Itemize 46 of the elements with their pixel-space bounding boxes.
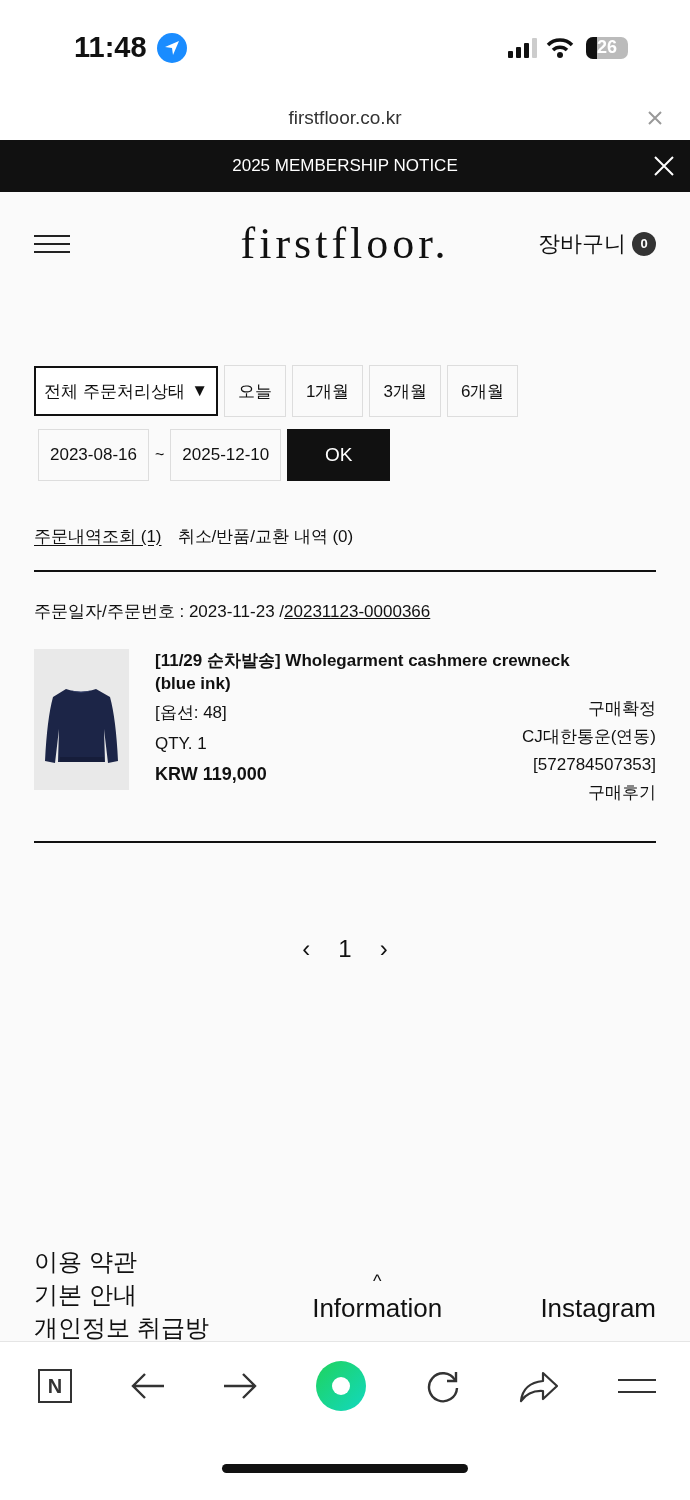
status-time: 11:48 bbox=[74, 31, 147, 64]
status-select[interactable]: 전체 주문처리상태 ▼ bbox=[34, 366, 218, 416]
period-button[interactable]: 3개월 bbox=[369, 365, 441, 417]
order-status: 구매확정 bbox=[588, 698, 656, 720]
page-number[interactable]: 1 bbox=[338, 935, 352, 963]
menu-icon[interactable] bbox=[617, 1378, 656, 1394]
period-button[interactable]: 1개월 bbox=[292, 365, 364, 417]
signal-icon bbox=[508, 37, 538, 58]
review-link[interactable]: 구매후기 bbox=[588, 779, 656, 807]
menu-icon[interactable] bbox=[34, 234, 70, 253]
courier-name: CJ대한통운(연동) bbox=[521, 726, 656, 748]
wifi-icon bbox=[546, 37, 574, 58]
period-button[interactable]: 오늘 bbox=[224, 365, 286, 417]
caret-icon[interactable]: ^ bbox=[372, 1273, 382, 1289]
product-quantity: QTY. 1 bbox=[155, 734, 208, 754]
start-date-field[interactable]: 2023-08-16 bbox=[38, 429, 149, 481]
cart-count-badge: 0 bbox=[632, 231, 656, 256]
product-option: [옵션: 48] bbox=[155, 701, 267, 724]
instagram-link[interactable]: Instagram bbox=[540, 1249, 656, 1324]
cart-link[interactable]: 장바구니 bbox=[538, 228, 626, 259]
product-price: KRW 119,000 bbox=[155, 764, 267, 785]
notice-text[interactable]: 2025 MEMBERSHIP NOTICE bbox=[232, 156, 458, 176]
naver-button[interactable]: N bbox=[38, 1369, 72, 1403]
tracking-number[interactable]: [572784507353] bbox=[533, 751, 656, 779]
information-link[interactable]: Information bbox=[312, 1293, 443, 1324]
order-tab[interactable]: 주문내역조회 (1) bbox=[34, 525, 162, 550]
footer-link[interactable]: 이용 약관 bbox=[34, 1245, 214, 1278]
logo[interactable]: firstfloor. bbox=[240, 218, 450, 269]
footer-link[interactable]: 개인정보 취급방 bbox=[34, 1311, 214, 1344]
share-icon[interactable] bbox=[519, 1369, 560, 1403]
ok-button[interactable]: OK bbox=[287, 429, 391, 481]
battery-icon: 26 bbox=[586, 36, 628, 59]
previous-page-button[interactable]: ‹ bbox=[302, 935, 311, 963]
back-icon[interactable] bbox=[130, 1372, 165, 1400]
order-date-label: 주문일자/주문번호 : 2023-11-23 / bbox=[34, 602, 285, 621]
product-title[interactable]: [11/29 순차발송] Wholegarment cashmere crewneck (blue ink) bbox=[155, 649, 595, 695]
end-date-field[interactable]: 2025-12-10 bbox=[170, 429, 282, 481]
next-page-button[interactable]: › bbox=[379, 935, 388, 963]
url-text[interactable]: firstfloor.co.kr bbox=[288, 106, 402, 129]
forward-icon[interactable] bbox=[223, 1372, 258, 1400]
date-separator: ~ bbox=[154, 446, 165, 464]
period-button[interactable]: 6개월 bbox=[446, 365, 519, 417]
order-number-link[interactable]: 20231123-0000366 bbox=[284, 602, 431, 621]
location-icon bbox=[156, 32, 187, 63]
order-tab[interactable]: 취소/반품/교환 내역 (0) bbox=[177, 525, 354, 550]
footer-link[interactable]: 기본 안내 bbox=[34, 1278, 214, 1311]
